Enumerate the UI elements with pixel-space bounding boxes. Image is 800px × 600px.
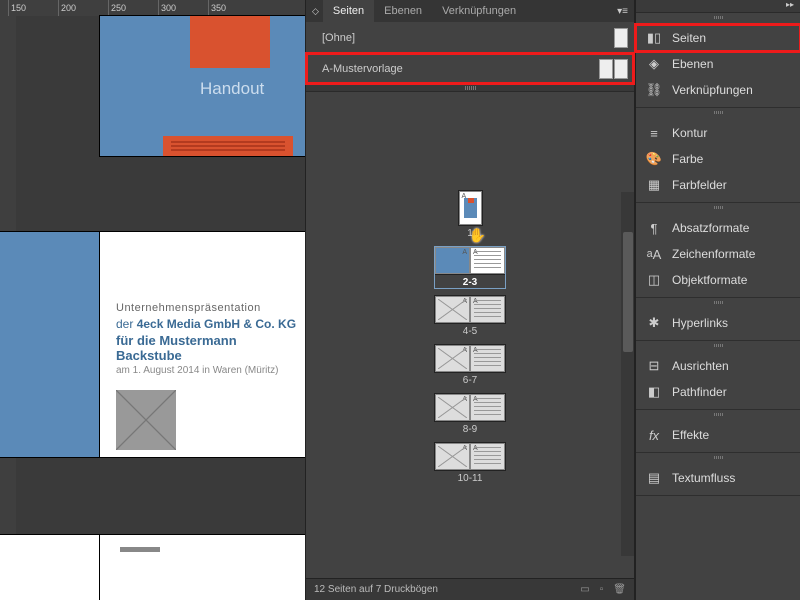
- object-styles-icon: ◫: [646, 272, 662, 288]
- dock-item-objektformate[interactable]: ◫ Objektformate: [636, 267, 800, 293]
- tab-verknuepfungen[interactable]: Verknüpfungen: [432, 0, 526, 22]
- dock-ebenen-label: Ebenen: [672, 57, 713, 71]
- page1-accent-top: [190, 16, 270, 68]
- spread-6-7-label: 6-7: [463, 375, 477, 386]
- pages-icon: ▮▯: [646, 30, 662, 46]
- master-a-thumb: [599, 59, 628, 79]
- effects-icon: fx: [646, 427, 662, 443]
- document-canvas[interactable]: 150 200 250 300 350 Handout Unternehmens…: [0, 0, 305, 600]
- spread-1-label: 1: [467, 228, 473, 239]
- dock-item-verknuepfungen[interactable]: ⛓ Verknüpfungen: [636, 77, 800, 103]
- align-icon: ⊟: [646, 358, 662, 374]
- pages-panel-footer: 12 Seiten auf 7 Druckbögen ▭ ▫ 🗑: [306, 578, 634, 600]
- dock-hyperlinks-label: Hyperlinks: [672, 316, 728, 330]
- ruler-tick: 300: [158, 0, 208, 16]
- spread-10-11-label: 10-11: [458, 473, 483, 484]
- page1-title: Handout: [200, 79, 264, 99]
- spread-10-11[interactable]: 10-11: [435, 443, 505, 484]
- spread-2-3[interactable]: 2-3: [435, 247, 505, 288]
- dock-pathfinder-label: Pathfinder: [672, 385, 727, 399]
- panel-dock: ▸▸ ▮▯ Seiten ◈ Ebenen ⛓ Verknüpfungen ≡ …: [635, 0, 800, 600]
- master-a-label: A-Mustervorlage: [322, 63, 403, 75]
- ruler-tick: 150: [8, 0, 58, 16]
- page3-line4: am 1. August 2014 in Waren (Müritz): [116, 365, 297, 376]
- tab-seiten[interactable]: Seiten: [323, 0, 374, 22]
- dock-item-kontur[interactable]: ≡ Kontur: [636, 120, 800, 146]
- spread-4-5-label: 4-5: [463, 326, 477, 337]
- master-none-label: [Ohne]: [322, 32, 355, 44]
- dock-item-ebenen[interactable]: ◈ Ebenen: [636, 51, 800, 77]
- page-thumbnails: 1 ✋ 2-3 4-5 6-7 8-9 10-11: [306, 96, 634, 578]
- ruler-tick: 200: [58, 0, 108, 16]
- document-page-1[interactable]: Handout: [100, 16, 305, 156]
- pages-panel: ◇ Seiten Ebenen Verknüpfungen ▾≡ [Ohne] …: [305, 0, 635, 600]
- hyperlinks-icon: ✱: [646, 315, 662, 331]
- dock-farbe-label: Farbe: [672, 152, 703, 166]
- dock-farbfelder-label: Farbfelder: [672, 178, 727, 192]
- dock-effekte-label: Effekte: [672, 428, 709, 442]
- dock-ausrichten-label: Ausrichten: [672, 359, 729, 373]
- thumbnails-scrollbar[interactable]: [621, 192, 634, 556]
- ruler-tick: 350: [208, 0, 258, 16]
- dock-item-effekte[interactable]: fx Effekte: [636, 422, 800, 448]
- master-none-thumb: [614, 28, 628, 48]
- page3-line2: der 4eck Media GmbH & Co. KG: [116, 317, 297, 331]
- color-icon: 🎨: [646, 151, 662, 167]
- panel-tabs: ◇ Seiten Ebenen Verknüpfungen ▾≡: [306, 0, 634, 22]
- dock-item-hyperlinks[interactable]: ✱ Hyperlinks: [636, 310, 800, 336]
- dock-item-farbfelder[interactable]: ▦ Farbfelder: [636, 172, 800, 198]
- dock-item-textumfluss[interactable]: ▤ Textumfluss: [636, 465, 800, 491]
- textwrap-icon: ▤: [646, 470, 662, 486]
- swatches-icon: ▦: [646, 177, 662, 193]
- spread-6-7[interactable]: 6-7: [435, 345, 505, 386]
- pathfinder-icon: ◧: [646, 384, 662, 400]
- dock-kontur-label: Kontur: [672, 126, 707, 140]
- dock-item-zeichenformate[interactable]: aA Zeichenformate: [636, 241, 800, 267]
- new-page-icon[interactable]: ▫: [600, 584, 604, 595]
- delete-page-icon[interactable]: 🗑: [613, 584, 626, 595]
- links-icon: ⛓: [646, 82, 662, 98]
- panel-divider[interactable]: [306, 84, 634, 92]
- spread-1[interactable]: 1 ✋: [459, 191, 482, 239]
- dock-item-absatzformate[interactable]: ¶ Absatzformate: [636, 215, 800, 241]
- tab-ebenen[interactable]: Ebenen: [374, 0, 432, 22]
- master-row-a-mustervorlage[interactable]: A-Mustervorlage: [306, 53, 634, 84]
- page3-image-placeholder[interactable]: [116, 390, 176, 450]
- spread-8-9-label: 8-9: [463, 424, 477, 435]
- master-row-none[interactable]: [Ohne]: [306, 22, 634, 53]
- dock-collapse-icon[interactable]: ▸▸: [636, 0, 800, 13]
- spread-8-9[interactable]: 8-9: [435, 394, 505, 435]
- dock-item-ausrichten[interactable]: ⊟ Ausrichten: [636, 353, 800, 379]
- page3-heading: Unternehmenspräsentation: [116, 302, 297, 314]
- layers-icon: ◈: [646, 56, 662, 72]
- character-styles-icon: aA: [646, 246, 662, 262]
- ruler-tick: 250: [108, 0, 158, 16]
- document-page-3[interactable]: Unternehmenspräsentation der 4eck Media …: [100, 232, 305, 457]
- edit-page-size-icon[interactable]: ▭: [580, 584, 589, 595]
- document-page-2[interactable]: [0, 232, 100, 457]
- page3-line3: für die Mustermann Backstube: [116, 333, 297, 363]
- page1-accent-bottom: [163, 136, 293, 156]
- page-count-label: 12 Seiten auf 7 Druckbögen: [314, 584, 438, 595]
- stroke-icon: ≡: [646, 125, 662, 141]
- tab-collapse-icon[interactable]: ◇: [306, 6, 323, 17]
- document-page-4[interactable]: [0, 535, 100, 600]
- document-page-5[interactable]: [100, 535, 305, 600]
- spread-4-5[interactable]: 4-5: [435, 296, 505, 337]
- panel-menu-icon[interactable]: ▾≡: [611, 6, 634, 17]
- dock-textumfluss-label: Textumfluss: [672, 471, 735, 485]
- spread-2-3-label: 2-3: [463, 277, 477, 288]
- dock-verk-label: Verknüpfungen: [672, 83, 753, 97]
- dock-seiten-label: Seiten: [672, 31, 706, 45]
- ruler-horizontal: 150 200 250 300 350: [0, 0, 305, 16]
- dock-zeichen-label: Zeichenformate: [672, 247, 755, 261]
- dock-item-farbe[interactable]: 🎨 Farbe: [636, 146, 800, 172]
- dock-objekt-label: Objektformate: [672, 273, 747, 287]
- master-pages-section: [Ohne] A-Mustervorlage: [306, 22, 634, 84]
- dock-item-seiten[interactable]: ▮▯ Seiten: [636, 25, 800, 51]
- dock-item-pathfinder[interactable]: ◧ Pathfinder: [636, 379, 800, 405]
- paragraph-styles-icon: ¶: [646, 220, 662, 236]
- dock-absatz-label: Absatzformate: [672, 221, 749, 235]
